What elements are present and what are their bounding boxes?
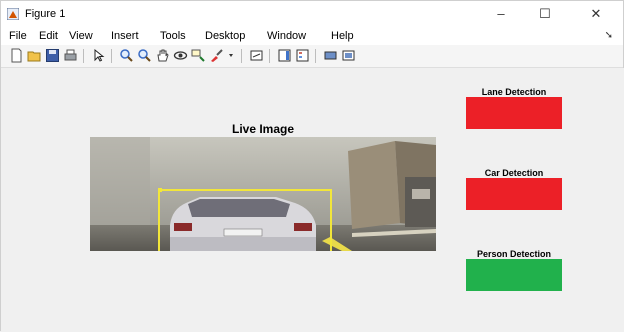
edit-plot-arrow-icon[interactable]: [91, 48, 106, 63]
live-image-title: Live Image: [231, 122, 295, 136]
print-icon[interactable]: [63, 48, 78, 63]
pan-hand-icon[interactable]: [155, 48, 170, 63]
open-file-icon[interactable]: [27, 48, 42, 63]
figure-window: Figure 1 – ☐ ✕ File Edit View Insert Too…: [0, 0, 624, 332]
toolbar-separator: [83, 49, 84, 63]
toolbar-separator: [241, 49, 242, 63]
live-image: [90, 137, 436, 251]
new-figure-icon[interactable]: [9, 48, 24, 63]
menu-view[interactable]: View: [69, 30, 93, 42]
matlab-figure-icon: [7, 8, 19, 20]
data-cursor-icon[interactable]: [191, 48, 206, 63]
person-detection-indicator: [466, 259, 562, 291]
zoom-in-icon[interactable]: [119, 48, 134, 63]
lane-detection-indicator: [466, 97, 562, 129]
title-bar: Figure 1 – ☐ ✕: [1, 1, 623, 27]
maximize-button[interactable]: ☐: [531, 5, 559, 23]
window-title: Figure 1: [25, 8, 66, 20]
menu-window[interactable]: Window: [267, 30, 306, 42]
menu-insert[interactable]: Insert: [111, 30, 139, 42]
menu-desktop[interactable]: Desktop: [205, 30, 245, 42]
lane-detection-title: Lane Detection: [481, 87, 547, 97]
close-button[interactable]: ✕: [582, 5, 610, 23]
toolbar-separator: [111, 49, 112, 63]
person-detection-title: Person Detection: [476, 249, 552, 259]
zoom-out-icon[interactable]: [137, 48, 152, 63]
brush-icon[interactable]: [209, 48, 224, 63]
save-icon[interactable]: [45, 48, 60, 63]
menu-help[interactable]: Help: [331, 30, 354, 42]
menu-tools[interactable]: Tools: [160, 30, 186, 42]
toolbar-separator: [315, 49, 316, 63]
camera-frame-image: [90, 137, 436, 251]
car-detection-title: Car Detection: [484, 168, 544, 178]
menu-file[interactable]: File: [9, 30, 27, 42]
toolbar-separator: [269, 49, 270, 63]
hide-plot-tools-icon[interactable]: [323, 48, 338, 63]
rotate-3d-icon[interactable]: [173, 48, 188, 63]
insert-colorbar-icon[interactable]: [277, 48, 292, 63]
figure-toolbar: [1, 45, 623, 68]
menu-edit[interactable]: Edit: [39, 30, 58, 42]
link-plot-icon[interactable]: [249, 48, 264, 63]
insert-legend-icon[interactable]: [295, 48, 310, 63]
show-plot-tools-icon[interactable]: [341, 48, 356, 63]
brush-dropdown-icon[interactable]: [225, 48, 240, 63]
menu-bar: File Edit View Insert Tools Desktop Wind…: [1, 27, 623, 45]
minimize-button[interactable]: –: [487, 5, 515, 23]
car-detection-indicator: [466, 178, 562, 210]
dock-arrow-icon[interactable]: ➘: [605, 30, 613, 41]
